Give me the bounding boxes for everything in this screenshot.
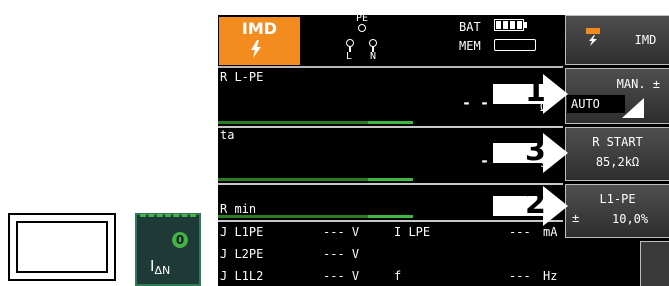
- meas-label2: f: [394, 269, 402, 283]
- battery-tip: [524, 22, 527, 28]
- ta-separator: [218, 183, 563, 185]
- softkey-bottom[interactable]: [640, 241, 669, 286]
- r-lpe-separator: [218, 126, 563, 128]
- r-lpe-bar: [218, 121, 368, 124]
- r-min-bar: [218, 215, 368, 218]
- meas-unit2: Hz: [543, 269, 558, 283]
- softkey-r-start-label: R START: [592, 135, 643, 149]
- softkey-r-start[interactable]: R START 85,2kΩ: [565, 127, 669, 181]
- l-probe-icon: [346, 39, 354, 47]
- callout-number-2: 2: [525, 186, 546, 221]
- callout-number-1: 1: [525, 74, 546, 109]
- idn-badge: 0: [172, 232, 188, 248]
- softkey-r-start-value: 85,2kΩ: [595, 155, 640, 169]
- softkey-l1pe[interactable]: L1-PE ± 10,0%: [565, 184, 669, 238]
- meas-value: --- V: [323, 269, 360, 283]
- ta-label: ta: [220, 128, 235, 142]
- meas-value2: ---: [509, 225, 531, 239]
- meas-label2: I LPE: [394, 225, 431, 239]
- mode-tab-label: IMD: [241, 19, 278, 38]
- meas-value2: ---: [509, 269, 531, 283]
- softkey-auto-label: AUTO: [571, 97, 600, 111]
- idn-led-strip: [140, 214, 196, 220]
- battery-icon: [494, 19, 524, 31]
- ta-bar: [218, 178, 368, 181]
- softkey-l1pe-value: 10,0%: [612, 212, 649, 226]
- r-min-bar-highlight: [368, 215, 413, 218]
- header-separator: [218, 66, 563, 68]
- lightning-bolt-icon: [250, 40, 262, 62]
- pe-label: PE: [356, 13, 369, 24]
- r-min-label: R min: [220, 202, 257, 216]
- ta-value: -: [480, 152, 490, 170]
- r-lpe-label: R L-PE: [220, 70, 264, 84]
- memory-icon: [494, 39, 536, 51]
- meas-label: J L1L2: [220, 269, 264, 283]
- n-label: N: [370, 51, 377, 62]
- softkey-mode-label: IMD: [634, 33, 657, 47]
- meas-label: J L1PE: [220, 225, 264, 239]
- meas-unit2: mA: [543, 225, 558, 239]
- r-lpe-bar-highlight: [368, 121, 413, 124]
- hardware-key[interactable]: [16, 221, 108, 273]
- l-label: L: [346, 51, 353, 62]
- memory-label: MEM: [459, 39, 481, 53]
- pe-probe-icon: [358, 24, 366, 32]
- battery-label: BAT: [459, 20, 481, 34]
- n-probe-icon: [369, 39, 377, 47]
- softkey-l1pe-label: L1-PE: [599, 192, 636, 206]
- cursor-icon: [622, 98, 644, 118]
- softkey-mode[interactable]: IMD: [565, 15, 669, 65]
- callout-number-3: 3: [525, 133, 546, 168]
- idn-label: IΔN: [150, 257, 171, 277]
- softkey-man-label: MAN. ±: [616, 77, 660, 91]
- meas-value: --- V: [323, 225, 360, 239]
- meas-value: --- V: [323, 247, 360, 261]
- meas-label: J L2PE: [220, 247, 264, 261]
- softkey-l1pe-pm: ±: [572, 211, 580, 225]
- ta-bar-highlight: [368, 178, 413, 181]
